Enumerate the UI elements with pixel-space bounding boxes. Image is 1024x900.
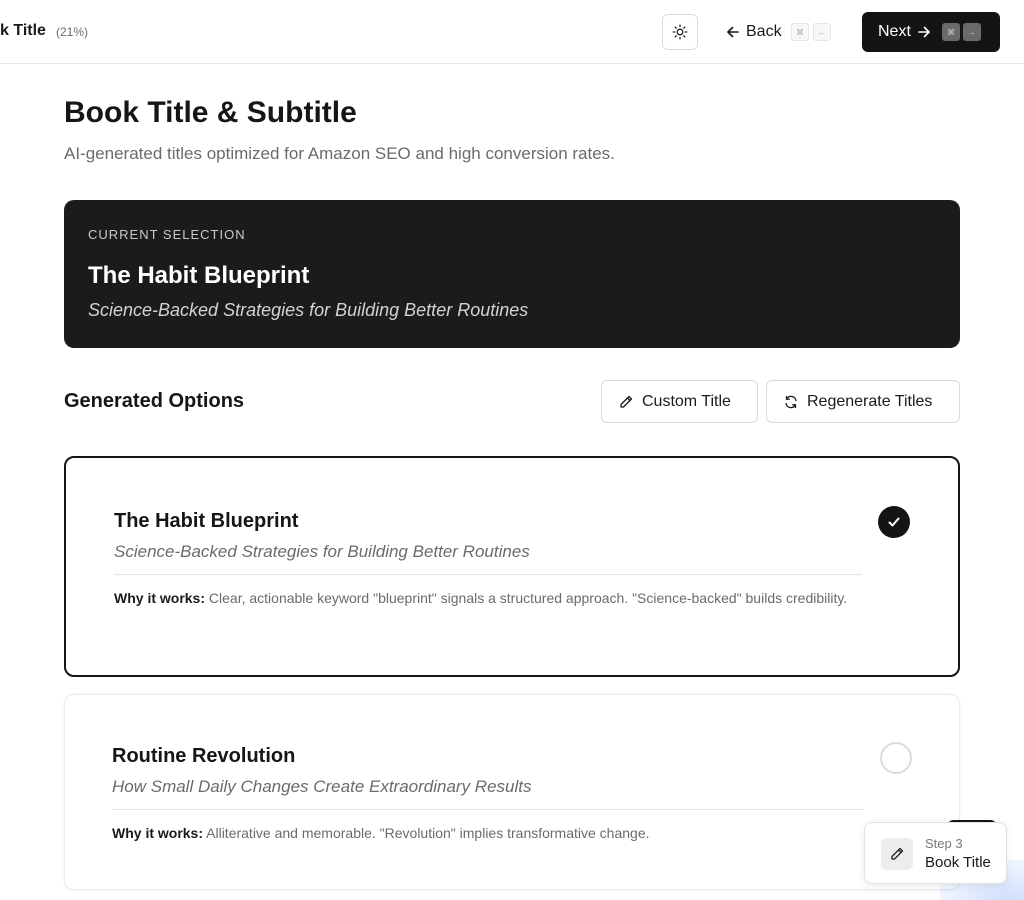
- option-divider: [112, 809, 864, 810]
- why-text: Alliterative and memorable. "Revolution"…: [206, 825, 650, 841]
- regenerate-titles-label: Regenerate Titles: [807, 392, 933, 410]
- kbd-right: →: [963, 23, 981, 41]
- step-name: Book Title: [925, 854, 991, 871]
- current-selection-subtitle: Science-Backed Strategies for Building B…: [88, 300, 529, 320]
- arrow-right-icon: [918, 26, 930, 38]
- why-label: Why it works:: [114, 590, 206, 606]
- step-icon-box: [881, 838, 913, 870]
- option-subtitle: How Small Daily Changes Create Extraordi…: [112, 777, 532, 796]
- custom-title-label: Custom Title: [642, 392, 731, 410]
- sun-icon: [672, 24, 688, 40]
- title-option-card[interactable]: The Habit Blueprint Science-Backed Strat…: [64, 456, 960, 677]
- current-selection-title: The Habit Blueprint: [88, 262, 310, 289]
- regenerate-titles-button[interactable]: Regenerate Titles: [766, 380, 960, 423]
- theme-toggle-button[interactable]: [662, 14, 698, 50]
- top-bar: k Title (21%) Back ⌘ ← Next ⌘ →: [0, 0, 1024, 64]
- selected-check[interactable]: [878, 506, 910, 538]
- option-why: Why it works: Clear, actionable keyword …: [114, 588, 862, 608]
- kbd-command: ⌘: [791, 23, 809, 41]
- breadcrumb-title: k Title: [0, 22, 46, 39]
- custom-title-button[interactable]: Custom Title: [601, 380, 758, 423]
- current-selection-label: CURRENT SELECTION: [88, 227, 246, 242]
- option-title: The Habit Blueprint: [114, 510, 299, 532]
- back-button-label: Back: [746, 23, 782, 40]
- back-button[interactable]: Back: [718, 14, 790, 50]
- why-label: Why it works:: [112, 825, 204, 841]
- page-subtitle: AI-generated titles optimized for Amazon…: [64, 144, 615, 163]
- next-shortcut: ⌘ →: [942, 23, 981, 41]
- kbd-command: ⌘: [942, 23, 960, 41]
- step-indicator[interactable]: Step 3 Book Title: [864, 822, 1007, 884]
- step-number: Step 3: [925, 836, 963, 851]
- page-title: Book Title & Subtitle: [64, 96, 357, 129]
- kbd-left: ←: [813, 23, 831, 41]
- current-selection-panel: CURRENT SELECTION The Habit Blueprint Sc…: [64, 200, 960, 348]
- option-subtitle: Science-Backed Strategies for Building B…: [114, 542, 530, 561]
- arrow-left-icon: [727, 26, 739, 38]
- option-title: Routine Revolution: [112, 745, 296, 767]
- pencil-icon: [620, 395, 633, 408]
- generated-options-heading: Generated Options: [64, 390, 245, 412]
- refresh-icon: [785, 395, 797, 408]
- title-option-card[interactable]: Routine Revolution How Small Daily Chang…: [64, 694, 960, 890]
- pencil-icon: [891, 847, 904, 860]
- back-shortcut: ⌘ ←: [791, 23, 831, 41]
- next-button-label: Next: [878, 23, 911, 40]
- why-text: Clear, actionable keyword "blueprint" si…: [208, 590, 848, 606]
- option-why: Why it works: Alliterative and memorable…: [112, 823, 864, 843]
- checkmark-icon: [888, 517, 900, 527]
- progress-percent: (21%): [56, 25, 89, 39]
- option-divider: [114, 574, 862, 575]
- option-radio[interactable]: [880, 742, 912, 774]
